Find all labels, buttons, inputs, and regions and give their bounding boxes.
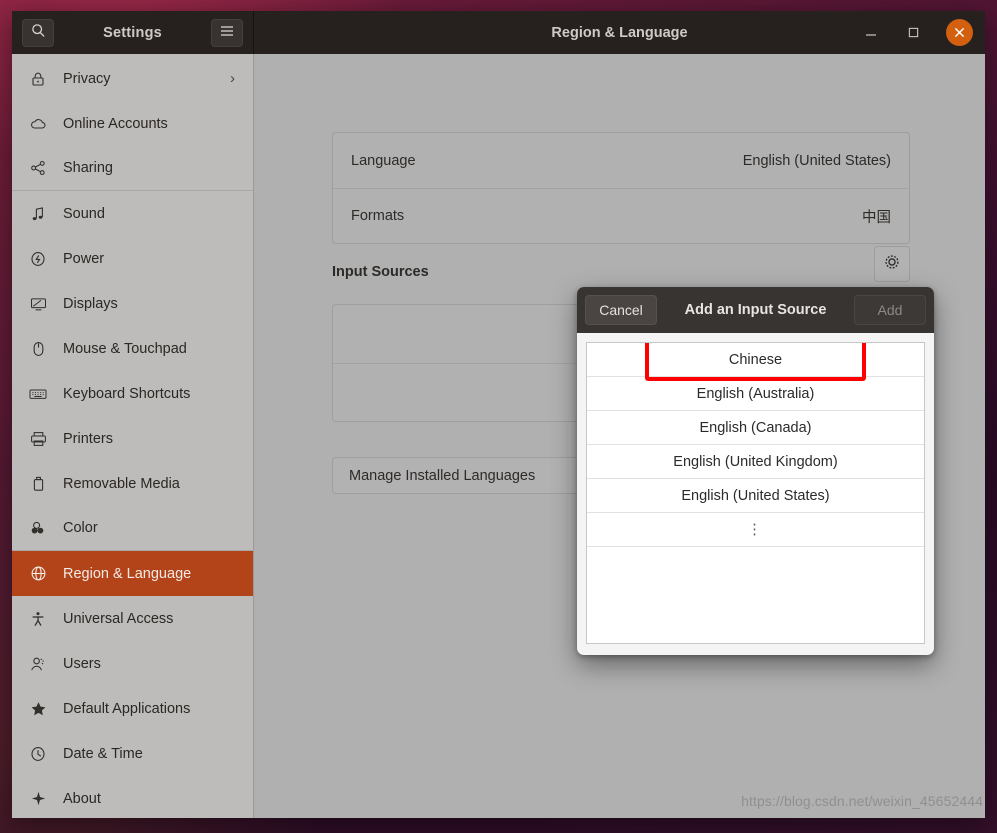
sidebar-item-label: Sound [63,205,105,222]
sidebar-item-sound[interactable]: Sound [12,191,253,236]
sidebar-item-online-accounts[interactable]: Online Accounts [12,101,253,146]
close-button[interactable] [946,19,973,46]
formats-label: Formats [351,208,405,224]
minimize-button[interactable] [862,24,880,42]
usb-drive-icon [29,475,47,493]
sidebar-item-label: Mouse & Touchpad [63,340,187,357]
list-item-chinese[interactable]: Chinese [587,343,924,381]
language-row[interactable]: Language English (United States) [333,133,909,188]
sidebar-item-label: Online Accounts [63,115,168,132]
list-item-english-united-states[interactable]: English (United States) [587,479,924,513]
input-sources-heading-row: Input Sources [332,246,910,282]
dialog-header: Cancel Add an Input Source Add [577,287,934,333]
music-note-icon [29,205,47,223]
menu-button[interactable] [211,18,243,47]
sidebar-item-label: Privacy [63,70,111,87]
maximize-button[interactable] [904,24,922,42]
sidebar-item-date-time[interactable]: Date & Time [12,731,253,776]
chevron-right-icon: › [230,70,235,87]
list-item-english-canada[interactable]: English (Canada) [587,411,924,445]
language-formats-card: Language English (United States) Formats… [332,132,910,244]
power-icon [29,250,47,268]
app-title: Settings [103,24,162,41]
sidebar-item-universal-access[interactable]: Universal Access [12,596,253,641]
sidebar-item-default-applications[interactable]: Default Applications [12,686,253,731]
cloud-icon [29,115,47,133]
search-button[interactable] [22,18,54,47]
sidebar-item-label: Printers [63,430,113,447]
keyboard-icon [29,385,47,403]
region-language-content: Language English (United States) Formats… [254,54,985,818]
input-sources-heading: Input Sources [332,264,429,280]
list-item-english-united-kingdom[interactable]: English (United Kingdom) [587,445,924,479]
color-circles-icon [29,519,47,537]
sidebar-item-power[interactable]: Power [12,236,253,281]
mouse-icon [29,340,47,358]
sidebar-item-printers[interactable]: Printers [12,416,253,461]
clock-icon [29,745,47,763]
lock-icon [29,70,47,88]
input-source-options-button[interactable] [874,246,910,282]
sidebar-item-label: Keyboard Shortcuts [63,385,191,402]
share-nodes-icon [29,159,47,177]
sidebar-item-label: Sharing [63,160,113,176]
formats-value: 中国 [862,209,891,226]
titlebar-left-section: Settings [12,11,254,54]
sidebar-item-label: Date & Time [63,745,143,762]
cancel-button[interactable]: Cancel [585,295,657,325]
settings-window: Settings Region & Language Privacy › Onl… [12,11,985,818]
sidebar-item-displays[interactable]: Displays [12,281,253,326]
sidebar-item-color[interactable]: Color [12,506,253,551]
sidebar-item-sharing[interactable]: Sharing [12,146,253,191]
sidebar-item-label: Region & Language [63,565,192,582]
window-controls [862,19,973,46]
sidebar-item-label: Power [63,250,105,267]
sidebar-item-label: Users [63,655,101,672]
users-icon [29,655,47,673]
sidebar-item-label: Displays [63,295,118,312]
window-titlebar: Settings Region & Language [12,11,985,54]
add-input-source-dialog: Cancel Add an Input Source Add Chinese E… [577,287,934,655]
sidebar-item-mouse-touchpad[interactable]: Mouse & Touchpad [12,326,253,371]
sidebar-item-removable-media[interactable]: Removable Media [12,461,253,506]
dialog-list-container: Chinese English (Australia) English (Can… [577,333,934,655]
sidebar-item-keyboard-shortcuts[interactable]: Keyboard Shortcuts [12,371,253,416]
language-label: Language [351,152,416,169]
watermark: https://blog.csdn.net/weixin_45652444 [741,793,983,809]
language-value: English (United States) [742,152,891,169]
settings-sidebar: Privacy › Online Accounts Sharing Sound … [12,54,254,818]
sidebar-item-region-language[interactable]: Region & Language [12,551,253,596]
list-item-more[interactable]: ⋮ [587,513,924,547]
sparkle-icon [29,790,47,808]
globe-icon [29,565,47,583]
formats-row[interactable]: Formats 中国 [333,188,909,243]
sidebar-item-about[interactable]: About [12,776,253,818]
add-button[interactable]: Add [854,295,926,325]
input-source-list[interactable]: Chinese English (Australia) English (Can… [586,342,925,644]
sidebar-item-label: Default Applications [63,700,191,717]
sidebar-item-privacy[interactable]: Privacy › [12,56,253,101]
star-icon [29,700,47,718]
gear-icon [883,253,901,275]
sidebar-item-users[interactable]: Users [12,641,253,686]
sidebar-item-label: Universal Access [63,610,174,627]
sidebar-item-label: About [63,790,101,807]
printer-icon [29,430,47,448]
list-item-english-australia[interactable]: English (Australia) [587,377,924,411]
search-icon [31,23,46,43]
monitor-icon [29,295,47,313]
titlebar-right-section: Region & Language [254,11,985,54]
sidebar-item-label: Removable Media [63,475,180,492]
window-body: Privacy › Online Accounts Sharing Sound … [12,54,985,818]
close-icon [954,25,965,41]
accessibility-icon [29,610,47,628]
hamburger-menu-icon [220,24,234,42]
manage-installed-languages-label: Manage Installed Languages [349,467,536,484]
sidebar-item-label: Color [63,520,98,536]
